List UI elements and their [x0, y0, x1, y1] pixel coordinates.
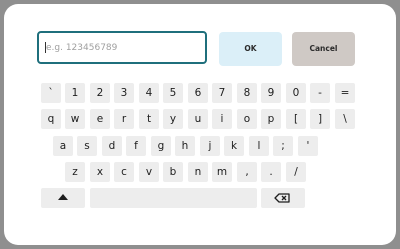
key-r[interactable]: r: [114, 109, 134, 129]
cancel-button[interactable]: Cancel: [292, 32, 355, 66]
text-caret: [45, 42, 46, 53]
space-bar[interactable]: [90, 188, 257, 208]
key-j[interactable]: j: [200, 136, 220, 156]
key-s[interactable]: s: [77, 136, 97, 156]
key-h[interactable]: h: [175, 136, 195, 156]
key-g[interactable]: g: [151, 136, 171, 156]
ok-button[interactable]: OK: [219, 32, 282, 66]
key-comma[interactable]: ,: [237, 162, 257, 182]
key-b[interactable]: b: [163, 162, 183, 182]
key-equals[interactable]: =: [335, 83, 355, 103]
backspace-key[interactable]: [261, 188, 305, 208]
key-right-bracket[interactable]: ]: [310, 109, 330, 129]
key-3[interactable]: 3: [114, 83, 134, 103]
key-x[interactable]: x: [90, 162, 110, 182]
key-c[interactable]: c: [114, 162, 134, 182]
key-n[interactable]: n: [188, 162, 208, 182]
key-f[interactable]: f: [126, 136, 146, 156]
key-1[interactable]: 1: [65, 83, 85, 103]
key-k[interactable]: k: [224, 136, 244, 156]
key-p[interactable]: p: [261, 109, 281, 129]
key-l[interactable]: l: [249, 136, 269, 156]
key-v[interactable]: v: [139, 162, 159, 182]
shift-up-triangle-icon: [58, 194, 68, 200]
key-u[interactable]: u: [188, 109, 208, 129]
key-6[interactable]: 6: [188, 83, 208, 103]
key-2[interactable]: 2: [90, 83, 110, 103]
key-5[interactable]: 5: [163, 83, 183, 103]
key-8[interactable]: 8: [237, 83, 257, 103]
key-backtick[interactable]: `: [41, 83, 61, 103]
key-y[interactable]: y: [163, 109, 183, 129]
key-slash[interactable]: /: [286, 162, 306, 182]
key-9[interactable]: 9: [261, 83, 281, 103]
backspace-icon: [274, 193, 290, 203]
key-z[interactable]: z: [65, 162, 85, 182]
key-quote[interactable]: ': [298, 136, 318, 156]
key-7[interactable]: 7: [212, 83, 232, 103]
key-backslash[interactable]: \: [335, 109, 355, 129]
key-minus[interactable]: -: [310, 83, 330, 103]
key-q[interactable]: q: [41, 109, 61, 129]
key-4[interactable]: 4: [139, 83, 159, 103]
key-semicolon[interactable]: ;: [273, 136, 293, 156]
key-d[interactable]: d: [102, 136, 122, 156]
key-m[interactable]: m: [212, 162, 232, 182]
key-o[interactable]: o: [237, 109, 257, 129]
key-a[interactable]: a: [53, 136, 73, 156]
key-w[interactable]: w: [65, 109, 85, 129]
shift-key[interactable]: [41, 188, 85, 208]
key-0[interactable]: 0: [286, 83, 306, 103]
key-e[interactable]: e: [90, 109, 110, 129]
key-period[interactable]: .: [261, 162, 281, 182]
number-input[interactable]: [37, 31, 207, 64]
key-t[interactable]: t: [139, 109, 159, 129]
key-i[interactable]: i: [212, 109, 232, 129]
key-left-bracket[interactable]: [: [286, 109, 306, 129]
